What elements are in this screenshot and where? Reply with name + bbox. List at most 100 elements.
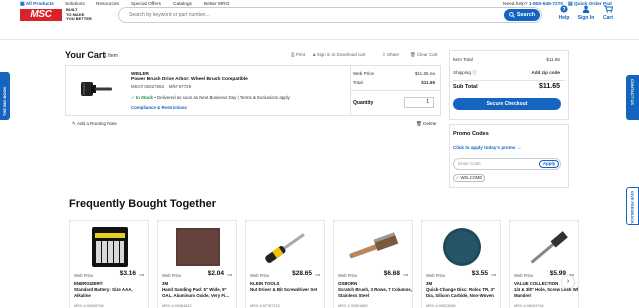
quantity-label: Quantity — [353, 100, 374, 106]
main-nav — [0, 29, 639, 40]
product-card[interactable]: Web Price $28.65 ea KLEIN TOOLS Nut Driv… — [245, 220, 325, 308]
download-cart-button[interactable]: 🔒︎ Sign in to Download cart — [313, 52, 365, 57]
big-book-label: THE BIG BOOK — [2, 86, 7, 116]
card-unit: ea — [139, 272, 144, 277]
msc-logo[interactable]: MSC — [20, 9, 62, 21]
shipping-label: Shipping ⓘ — [453, 70, 477, 76]
card-msc-number: MSC # 87787133 — [250, 304, 280, 308]
product-image[interactable] — [80, 77, 114, 101]
cart-item-count: 1 Item — [104, 52, 118, 59]
nav-special-offers[interactable]: Special Offers — [131, 2, 161, 7]
card-brand: 3M — [426, 281, 433, 286]
item-total-label: Item Total — [453, 57, 473, 62]
help-label: Help — [558, 15, 570, 21]
sanding-pad-image — [176, 228, 220, 266]
product-card[interactable]: Web Price $5.99 ea VALUE COLLECTION 1/4 … — [509, 220, 579, 308]
item-total-value: $11.65 — [421, 80, 435, 85]
search-input[interactable] — [129, 12, 429, 18]
routing-note-label: Add a Routing Note — [76, 121, 117, 126]
card-price: $3.55 — [471, 270, 488, 277]
phone-link[interactable]: 1-800-645-7270 — [529, 2, 563, 7]
card-brand: VALUE COLLECTION — [514, 281, 559, 286]
promo-tag-label: WELCOME — [460, 175, 483, 180]
compliance-link[interactable]: Compliance & Restrictions — [131, 105, 187, 110]
clear-cart-button[interactable]: 🗑︎ Clear Cart — [410, 52, 438, 58]
card-unit: ea — [491, 272, 496, 277]
big-book-tab[interactable]: THE BIG BOOK — [0, 72, 10, 120]
share-button[interactable]: ⇪ Share — [382, 52, 399, 58]
price-divider — [350, 90, 441, 91]
quick-order-pad[interactable]: ▤ Quick Order Pad — [568, 2, 612, 7]
screwdriver-image — [265, 233, 305, 263]
product-card[interactable]: Web Price $2.04 ea 3M Hand Sanding Pad: … — [157, 220, 237, 308]
web-price-value: $11.65 ea — [405, 71, 435, 76]
grid-icon: ▦ — [20, 2, 25, 7]
web-price: $11.65 — [414, 71, 429, 76]
add-routing-note-button[interactable]: ✎ Add a Routing Note — [72, 121, 117, 127]
card-msc-number: MSC # 09323985 — [426, 304, 456, 308]
info-icon[interactable]: ⓘ — [472, 70, 477, 75]
nav-solutions[interactable]: Solutions — [65, 2, 85, 7]
product-card[interactable]: Web Price $3.16 ea ENERGIZER® Standard B… — [69, 220, 149, 308]
card-description[interactable]: Nut Driver & Bit Screwdriver Set — [250, 287, 324, 293]
carousel-next-button[interactable]: › — [562, 276, 574, 288]
card-brand: KLEIN TOOLS — [250, 281, 280, 286]
subtotal-value: $11.65 — [538, 83, 560, 90]
feedback-label: GIVE FEEDBACK — [630, 191, 635, 224]
contact-us-tab[interactable]: CONTACT US — [626, 75, 639, 120]
apply-promo-link[interactable]: Click to apply today's promo → — [453, 145, 521, 150]
check-icon: ✓ — [131, 95, 135, 100]
card-web-price-label: Web Price — [250, 273, 270, 278]
sign-in-label: Sign In — [577, 15, 595, 21]
card-description[interactable]: Quick-Change Disc: Roloc TR, 3" Dia, Sil… — [426, 287, 500, 298]
total-label: Total — [353, 80, 363, 85]
chevron-right-icon: › — [566, 278, 570, 285]
card-msc-number: MSC # 33901880 — [338, 304, 368, 308]
nav-better-mro[interactable]: Better MRO — [204, 2, 229, 7]
item-name-link[interactable]: Power Brush Drive Arbor: Wheel Brush Com… — [131, 77, 248, 82]
delete-item-button[interactable]: 🗑︎ Delete — [416, 121, 436, 127]
card-price: $5.99 — [549, 270, 566, 277]
battery-pack-image — [92, 227, 128, 267]
card-price: $6.68 — [383, 270, 400, 277]
feedback-tab[interactable]: GIVE FEEDBACK — [626, 187, 639, 225]
quantity-input[interactable]: 1 — [404, 97, 434, 108]
fbt-title: Frequently Bought Together — [69, 198, 217, 210]
nav-resources[interactable]: Resources — [96, 2, 119, 7]
card-description[interactable]: Standard Battery: Size AAA, Alkaline — [74, 287, 148, 298]
print-button[interactable]: ⎙ Print — [291, 52, 305, 57]
item-footer — [65, 116, 441, 131]
card-web-price-label: Web Price — [338, 273, 358, 278]
add-zip-code-link[interactable]: Add zip code — [520, 70, 560, 75]
tagline-line-3: YOU BETTER — [66, 16, 92, 22]
secure-checkout-button[interactable]: Secure Checkout — [453, 98, 561, 110]
cart-label: Cart — [602, 15, 613, 21]
promo-tag[interactable]: ✓ WELCOME — [453, 174, 485, 182]
print-label: Print — [295, 52, 306, 57]
order-pad-icon: ▤ — [568, 2, 573, 7]
product-card[interactable]: Web Price $6.68 ea OSBORN Scratch Brush,… — [333, 220, 413, 308]
cart-button[interactable]: Cart — [595, 5, 621, 21]
card-unit: ea — [227, 272, 232, 277]
nav-catalogs[interactable]: Catalogs — [173, 2, 192, 7]
stock-status: ✓ In Stock • Delivered as soon as Next B… — [131, 95, 290, 101]
nav-all-products-label: All Products — [25, 2, 54, 7]
shipping-text: Shipping — [453, 70, 471, 75]
promo-title: Promo Codes — [453, 131, 489, 137]
product-card[interactable]: Web Price $3.55 ea 3M Quick-Change Disc:… — [421, 220, 501, 308]
card-price: $3.16 — [119, 270, 136, 277]
nav-all-products[interactable]: ▦ All Products — [20, 2, 54, 7]
card-description[interactable]: Hand Sanding Pad: 6" Wide, 9" OAL, Alumi… — [162, 287, 236, 298]
card-web-price-label: Web Price — [426, 273, 446, 278]
card-description[interactable]: 1/4 & 3/8" Hole, Screw Lock Wheel Mandre… — [514, 287, 578, 298]
clear-cart-label: Clear Cart — [416, 52, 438, 57]
mfr-number: Mfr# 97729 — [168, 84, 192, 89]
share-label: Share — [387, 52, 400, 57]
search-button[interactable]: Search — [504, 9, 540, 21]
contact-us-label: CONTACT US — [630, 79, 635, 105]
apply-promo-button[interactable]: Apply — [539, 160, 559, 168]
wheel-mandrel-image — [530, 231, 568, 264]
summary-item-total: $11.65 — [546, 57, 560, 62]
card-description[interactable]: Scratch Brush, 3 Rows, 7 Columns, Stainl… — [338, 287, 412, 298]
card-price: $28.65 — [292, 270, 312, 277]
